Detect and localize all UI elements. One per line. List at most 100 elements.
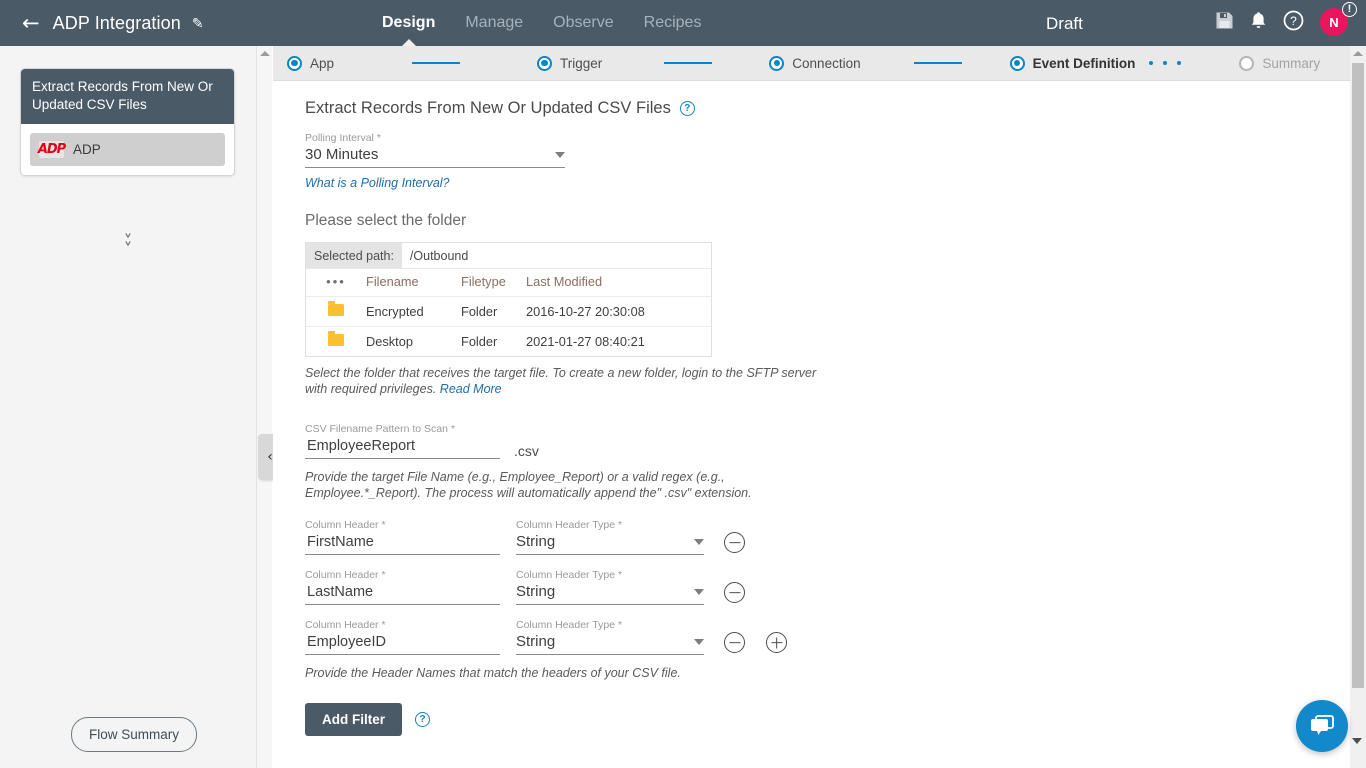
column-header-type-label: Column Header Type * <box>516 619 623 631</box>
step-connector <box>913 62 962 64</box>
column-header-name-label: Column Header * <box>305 619 386 631</box>
folder-icon <box>328 301 344 316</box>
column-header-row: Column Header * Column Header Type * Str… <box>305 569 1350 605</box>
flow-step-card: Extract Records From New Or Updated CSV … <box>20 68 235 176</box>
main-scrollbar[interactable] <box>1350 46 1366 768</box>
avatar-alert-badge: ! <box>1342 2 1357 17</box>
column-header-name-field: Column Header * <box>305 569 500 605</box>
help-icon[interactable]: ? <box>679 101 695 116</box>
header-icon-group: ? N ! <box>1215 0 1357 46</box>
folder-table-header-row: ••• Filename Filetype Last Modified <box>306 269 711 297</box>
step-connector <box>664 62 713 64</box>
read-more-link[interactable]: Read More <box>440 382 502 396</box>
left-sidebar-panel: Extract Records From New Or Updated CSV … <box>0 46 256 768</box>
folder-table: ••• Filename Filetype Last Modified Encr… <box>306 269 711 356</box>
column-header-type-label: Column Header Type * <box>516 519 623 531</box>
flow-card-body: ADP ADP <box>21 124 234 175</box>
double-chevron-down-icon[interactable]: ˅ ˅ <box>0 234 256 259</box>
help-icon[interactable]: ? <box>415 712 430 727</box>
chevron-down-icon <box>694 588 704 595</box>
column-header-name-input[interactable] <box>305 583 500 601</box>
column-header-type-field: Column Header Type * String <box>516 519 704 555</box>
folder-icon <box>328 331 344 346</box>
chat-widget-button[interactable] <box>1296 700 1348 752</box>
polling-interval-label: Polling Interval * <box>305 132 381 144</box>
chevron-down-icon <box>694 638 704 645</box>
column-header-type-select[interactable]: String <box>516 583 704 605</box>
scroll-up-arrow-icon[interactable] <box>259 51 270 56</box>
column-header-type-select[interactable]: String <box>516 633 704 655</box>
step-connection[interactable]: Connection <box>769 55 861 71</box>
step-connector <box>412 62 461 64</box>
nav-tab-design[interactable]: Design <box>382 0 435 46</box>
page-title: Extract Records From New Or Updated CSV … <box>305 99 1350 118</box>
save-icon[interactable] <box>1215 11 1234 35</box>
folder-hint-text: Select the folder that receives the targ… <box>305 365 830 397</box>
column-header-filename[interactable]: Filename <box>366 269 461 297</box>
selected-path-bar: Selected path: /Outbound <box>306 243 711 269</box>
pencil-icon[interactable]: ✎ <box>192 16 204 32</box>
column-header-name-input[interactable] <box>305 633 500 651</box>
table-row[interactable]: Desktop Folder 2021-01-27 08:40:21 <box>306 327 711 357</box>
csv-pattern-input-wrap <box>305 437 500 459</box>
remove-column-button[interactable] <box>724 532 745 553</box>
column-header-type-select[interactable]: String <box>516 533 704 555</box>
step-radio-icon <box>287 55 302 71</box>
cell-filetype: Folder <box>461 334 498 349</box>
step-label-summary: Summary <box>1262 55 1321 71</box>
top-header-bar: ← ADP Integration ✎ Design Manage Observ… <box>0 0 1366 46</box>
cell-filename: Desktop <box>366 334 413 349</box>
step-event-definition[interactable]: Event Definition <box>1009 55 1135 71</box>
column-header-row: Column Header * Column Header Type * Str… <box>305 619 1350 655</box>
column-header-name-input[interactable] <box>305 533 500 551</box>
back-arrow-icon[interactable]: ← <box>22 12 40 34</box>
column-header-type-value: String <box>516 583 556 600</box>
add-filter-button[interactable]: Add Filter <box>305 703 402 736</box>
add-filter-row: Add Filter ? <box>305 703 1350 736</box>
nav-tab-observe[interactable]: Observe <box>553 0 613 46</box>
bell-icon[interactable] <box>1250 11 1267 35</box>
step-radio-icon <box>1009 55 1025 71</box>
sidebar-app-chip-adp[interactable]: ADP ADP <box>30 133 225 166</box>
scrollbar-thumb[interactable] <box>1352 63 1364 688</box>
column-header-last-modified[interactable]: Last Modified <box>526 269 711 297</box>
column-header-type-label: Column Header Type * <box>516 569 623 581</box>
selected-path-label: Selected path: <box>306 243 402 268</box>
column-header-name-label: Column Header * <box>305 569 386 581</box>
add-column-button[interactable] <box>766 632 787 653</box>
main-content-area: Extract Records From New Or Updated CSV … <box>273 81 1350 768</box>
nav-tab-recipes[interactable]: Recipes <box>644 0 702 46</box>
chat-collapse-chevron-down-icon[interactable] <box>1352 738 1362 744</box>
nav-tab-manage[interactable]: Manage <box>465 0 523 46</box>
column-header-type-field: Column Header Type * String <box>516 569 704 605</box>
sidebar-app-label: ADP <box>73 142 101 157</box>
column-header-name-field: Column Header * <box>305 619 500 655</box>
step-radio-icon <box>1239 55 1255 71</box>
column-header-name-field: Column Header * <box>305 519 500 555</box>
polling-interval-help-link[interactable]: What is a Polling Interval? <box>305 176 450 190</box>
table-row[interactable]: Encrypted Folder 2016-10-27 20:30:08 <box>306 296 711 327</box>
step-trigger[interactable]: Trigger <box>537 55 602 71</box>
column-header-name-label: Column Header * <box>305 519 386 531</box>
chevron-down-icon <box>555 151 565 158</box>
help-icon[interactable]: ? <box>1283 10 1304 36</box>
csv-pattern-input[interactable] <box>305 437 500 455</box>
step-summary[interactable]: Summary <box>1239 55 1321 71</box>
adp-logo-icon: ADP <box>37 141 66 158</box>
selected-path-value: /Outbound <box>409 248 469 263</box>
step-app[interactable]: App <box>287 55 334 71</box>
csv-extension-label: .csv <box>514 443 539 459</box>
left-panel-scrollbar[interactable] <box>256 46 272 768</box>
main-nav-tabs: Design Manage Observe Recipes <box>382 0 701 46</box>
polling-interval-select[interactable]: 30 Minutes <box>305 146 565 168</box>
more-options-icon[interactable]: ••• <box>326 274 346 289</box>
chevron-down-icon <box>694 538 704 545</box>
column-header-row: Column Header * Column Header Type * Str… <box>305 519 1350 555</box>
remove-column-button[interactable] <box>724 632 745 653</box>
scroll-up-arrow-icon[interactable] <box>1353 51 1363 56</box>
avatar[interactable]: N ! <box>1320 2 1357 38</box>
remove-column-button[interactable] <box>724 582 745 603</box>
cell-last-modified: 2021-01-27 08:40:21 <box>526 334 645 349</box>
column-header-filetype[interactable]: Filetype <box>461 269 526 297</box>
flow-summary-button[interactable]: Flow Summary <box>71 717 198 752</box>
